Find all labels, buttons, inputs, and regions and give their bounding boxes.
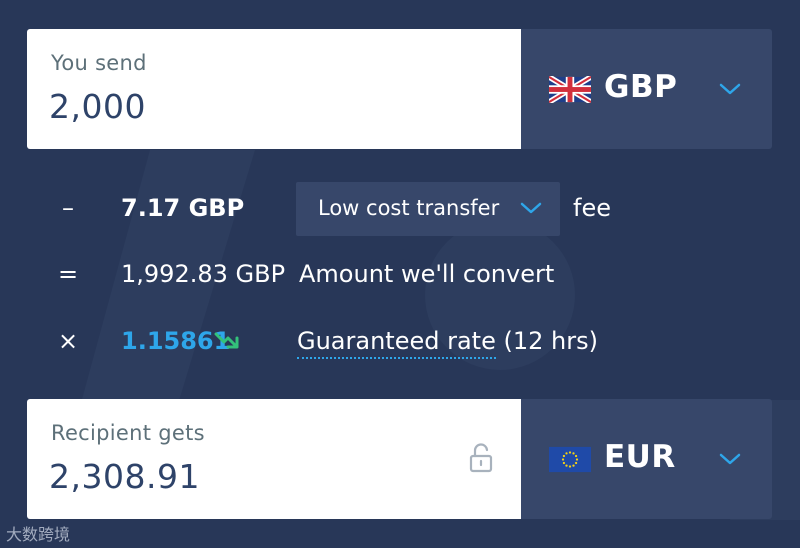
- receive-row: Recipient gets 2,308.91 EUR: [27, 399, 772, 519]
- send-row: You send 2,000 GBP: [27, 29, 772, 149]
- receive-amount-field[interactable]: Recipient gets 2,308.91: [27, 399, 521, 519]
- guaranteed-rate-link[interactable]: Guaranteed rate: [297, 327, 496, 359]
- rate-duration: (12 hrs): [503, 327, 598, 355]
- times-operator: ×: [58, 327, 79, 355]
- fee-type-label: Low cost transfer: [318, 196, 500, 220]
- chevron-down-icon: [719, 453, 741, 465]
- fee-suffix: fee: [573, 194, 611, 222]
- rate-row: × 1.15861 Guaranteed rate (12 hrs): [0, 325, 800, 365]
- unlock-icon[interactable]: [467, 443, 495, 473]
- convert-amount: 1,992.83 GBP: [121, 260, 286, 288]
- uk-flag-icon: [549, 76, 591, 103]
- send-amount-input[interactable]: 2,000: [49, 87, 146, 126]
- receive-currency-selector[interactable]: EUR: [521, 399, 772, 519]
- send-amount-label: You send: [51, 51, 147, 75]
- fee-amount: 7.17 GBP: [121, 194, 245, 222]
- watermark: 大数跨境: [6, 525, 71, 544]
- chevron-down-icon: [520, 202, 542, 214]
- chevron-down-icon: [719, 83, 741, 95]
- fee-row: – 7.17 GBP Low cost transfer fee: [0, 182, 800, 236]
- receive-amount-input[interactable]: 2,308.91: [49, 457, 200, 496]
- receive-amount-label: Recipient gets: [51, 421, 205, 445]
- send-currency-selector[interactable]: GBP: [521, 29, 772, 149]
- send-amount-field[interactable]: You send 2,000: [27, 29, 521, 149]
- rate-description: Guaranteed rate (12 hrs): [297, 327, 598, 359]
- convert-row: = 1,992.83 GBP Amount we'll convert: [0, 258, 800, 298]
- trend-down-icon: [214, 332, 239, 349]
- minus-operator: –: [62, 194, 74, 222]
- fee-type-dropdown[interactable]: Low cost transfer: [296, 182, 560, 236]
- send-currency-code: GBP: [604, 69, 678, 105]
- equals-operator: =: [58, 260, 79, 288]
- receive-currency-code: EUR: [604, 439, 676, 475]
- eu-flag-icon: [549, 446, 591, 473]
- convert-description: Amount we'll convert: [299, 260, 555, 288]
